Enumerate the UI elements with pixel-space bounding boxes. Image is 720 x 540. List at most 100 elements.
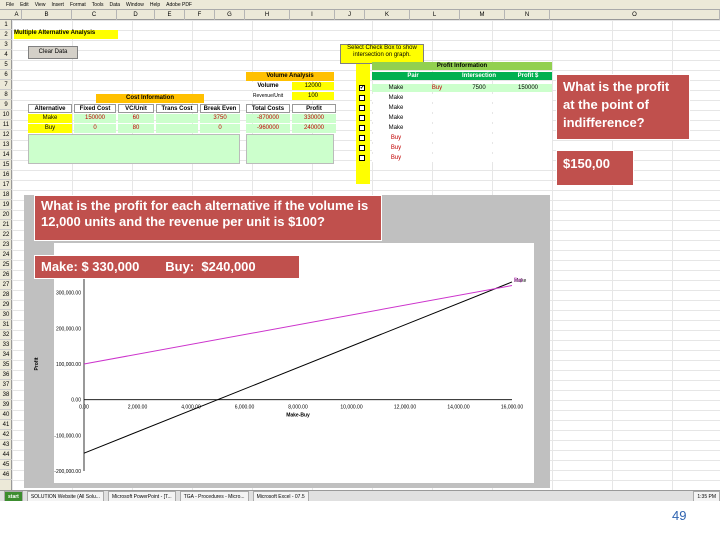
profit-cell[interactable] <box>454 134 504 142</box>
profit-cell[interactable]: Buy <box>372 134 420 142</box>
cost-cell[interactable]: Make <box>28 114 72 123</box>
profit-cell[interactable] <box>504 154 552 162</box>
cost-cell[interactable]: 60 <box>118 114 154 123</box>
row-header[interactable]: 32 <box>0 330 12 340</box>
row-header[interactable]: 43 <box>0 440 12 450</box>
row-header[interactable]: 17 <box>0 180 12 190</box>
menu-item[interactable]: Data <box>109 0 120 10</box>
menu-item[interactable]: Format <box>70 0 86 10</box>
intersection-checkbox[interactable] <box>359 105 365 111</box>
profit-cell[interactable] <box>420 104 454 112</box>
row-header[interactable]: 6 <box>0 70 12 80</box>
row-header[interactable]: 28 <box>0 290 12 300</box>
menu-item[interactable]: Tools <box>92 0 104 10</box>
row-header[interactable]: 45 <box>0 460 12 470</box>
row-header[interactable]: 3 <box>0 40 12 50</box>
row-header[interactable]: 23 <box>0 240 12 250</box>
row-header[interactable]: 42 <box>0 430 12 440</box>
cost-cell[interactable]: 80 <box>118 124 154 133</box>
intersection-checkbox[interactable] <box>359 125 365 131</box>
profit-cell[interactable]: Make <box>372 124 420 132</box>
profit-cell[interactable]: Make <box>372 84 420 92</box>
menu-item[interactable]: Edit <box>20 0 29 10</box>
column-header[interactable]: E <box>155 10 185 20</box>
column-header[interactable]: G <box>215 10 245 20</box>
profit-cell[interactable] <box>504 114 552 122</box>
profit-cell[interactable] <box>420 144 454 152</box>
cost-cell[interactable] <box>156 114 198 123</box>
taskbar-item[interactable]: TGA - Procedures - Micro... <box>179 491 249 501</box>
profit-cell[interactable] <box>420 94 454 102</box>
column-header[interactable]: N <box>505 10 550 20</box>
row-header[interactable]: 40 <box>0 410 12 420</box>
column-header[interactable]: L <box>410 10 460 20</box>
volume-cell[interactable]: 330000 <box>292 114 336 123</box>
profit-cell[interactable]: 7500 <box>454 84 504 92</box>
column-header[interactable]: F <box>185 10 215 20</box>
row-header[interactable]: 41 <box>0 420 12 430</box>
profit-cell[interactable]: Make <box>372 104 420 112</box>
row-header[interactable]: 11 <box>0 120 12 130</box>
column-header[interactable]: B <box>22 10 72 20</box>
row-header[interactable]: 27 <box>0 280 12 290</box>
row-header[interactable]: 33 <box>0 340 12 350</box>
taskbar-item[interactable]: start <box>4 491 23 501</box>
row-header[interactable]: 19 <box>0 200 12 210</box>
profit-cell[interactable] <box>420 154 454 162</box>
profit-cell[interactable] <box>454 94 504 102</box>
profit-cell[interactable] <box>420 114 454 122</box>
menu-item[interactable]: File <box>6 0 14 10</box>
row-header[interactable]: 5 <box>0 60 12 70</box>
clear-data-button[interactable]: Clear Data <box>28 46 78 59</box>
profit-cell[interactable]: Buy <box>420 84 454 92</box>
row-header[interactable]: 31 <box>0 320 12 330</box>
row-header[interactable]: 29 <box>0 300 12 310</box>
row-header[interactable]: 15 <box>0 160 12 170</box>
column-header[interactable]: M <box>460 10 505 20</box>
cost-cell[interactable]: 3750 <box>200 114 240 123</box>
row-header[interactable]: 46 <box>0 470 12 480</box>
row-header[interactable]: 38 <box>0 390 12 400</box>
column-header[interactable]: J <box>335 10 365 20</box>
row-header[interactable]: 20 <box>0 210 12 220</box>
menu-item[interactable]: View <box>35 0 46 10</box>
profit-cell[interactable] <box>454 114 504 122</box>
column-header[interactable]: I <box>290 10 335 20</box>
row-header[interactable]: 37 <box>0 380 12 390</box>
cost-cell[interactable]: Buy <box>28 124 72 133</box>
cost-cell[interactable]: 0 <box>200 124 240 133</box>
menu-item[interactable]: Help <box>150 0 160 10</box>
intersection-checkbox[interactable] <box>359 95 365 101</box>
intersection-checkbox[interactable] <box>359 135 365 141</box>
row-header[interactable]: 25 <box>0 260 12 270</box>
intersection-checkbox[interactable] <box>359 145 365 151</box>
row-header[interactable]: 26 <box>0 270 12 280</box>
row-header[interactable]: 12 <box>0 130 12 140</box>
row-header[interactable]: 14 <box>0 150 12 160</box>
cost-cell[interactable]: 150000 <box>74 114 116 123</box>
taskbar-item[interactable]: Microsoft Excel - 07.5 <box>252 491 309 501</box>
row-header[interactable]: 24 <box>0 250 12 260</box>
row-header[interactable]: 1 <box>0 20 12 30</box>
profit-cell[interactable]: Make <box>372 114 420 122</box>
cost-cell[interactable] <box>156 124 198 133</box>
profit-cell[interactable] <box>420 124 454 132</box>
row-header[interactable]: 30 <box>0 310 12 320</box>
intersection-checkbox[interactable]: ✔ <box>359 85 365 91</box>
row-header[interactable]: 16 <box>0 170 12 180</box>
profit-cell[interactable] <box>504 124 552 132</box>
volume-cell[interactable]: -870000 <box>246 114 290 123</box>
revenue-value[interactable]: 100 <box>292 92 334 100</box>
profit-cell[interactable]: Buy <box>372 144 420 152</box>
row-header[interactable]: 21 <box>0 220 12 230</box>
column-header[interactable]: K <box>365 10 410 20</box>
row-header[interactable]: 39 <box>0 400 12 410</box>
row-header[interactable]: 9 <box>0 100 12 110</box>
volume-value[interactable]: 12000 <box>292 82 334 90</box>
row-header[interactable]: 8 <box>0 90 12 100</box>
intersection-checkbox[interactable] <box>359 115 365 121</box>
column-header[interactable]: D <box>117 10 155 20</box>
column-header[interactable]: O <box>550 10 720 20</box>
menu-item[interactable]: Adobe PDF <box>166 0 192 10</box>
row-header[interactable]: 4 <box>0 50 12 60</box>
